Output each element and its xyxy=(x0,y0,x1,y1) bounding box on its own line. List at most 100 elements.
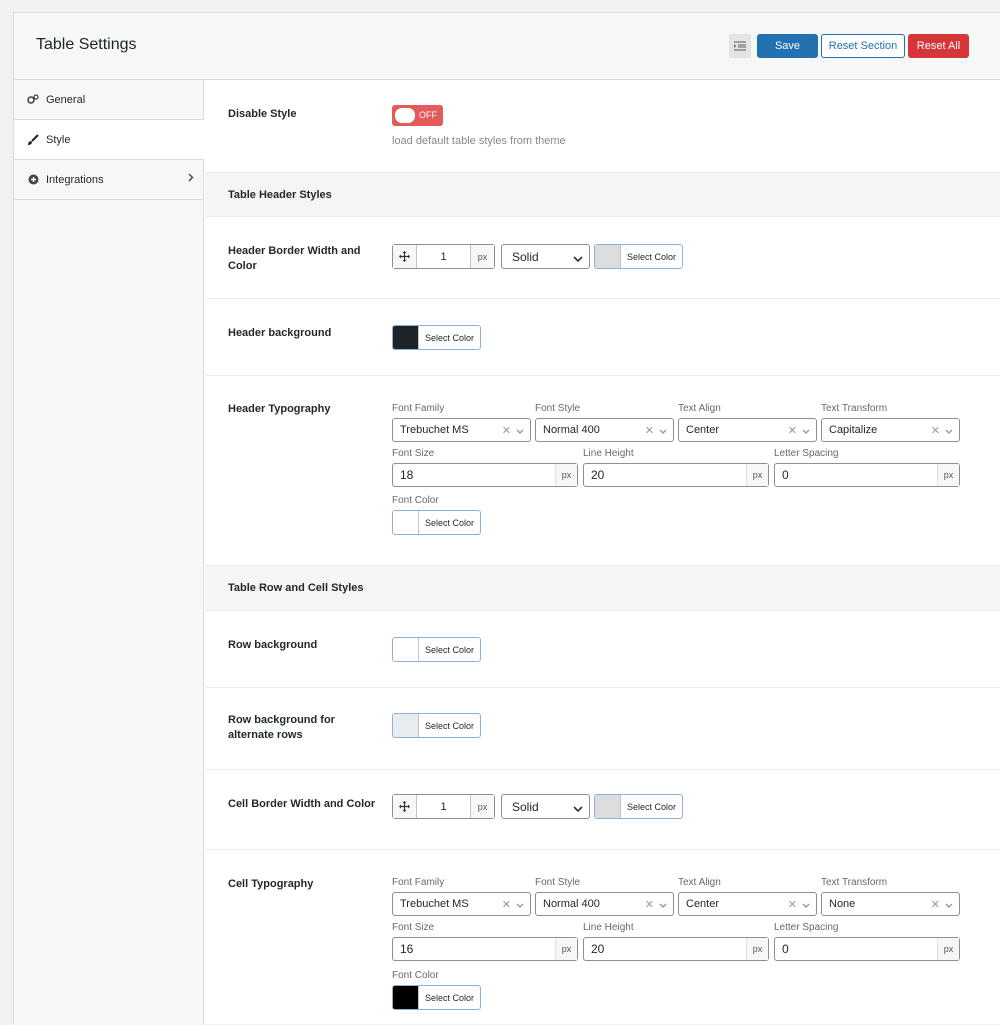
save-button[interactable]: Save xyxy=(757,34,818,58)
unit-label: px xyxy=(470,245,494,268)
cell-border-color-picker[interactable]: Select Color xyxy=(594,794,683,819)
toggle-state: OFF xyxy=(419,110,437,120)
cell-font-color-picker[interactable]: Select Color xyxy=(392,985,481,1010)
font-family-label: Font Family xyxy=(392,403,445,414)
header-font-size-field[interactable]: 18 px xyxy=(392,463,578,487)
font-color-label: Font Color xyxy=(392,495,439,506)
cell-typography-row: Cell Typography Font Family Trebuchet MS… xyxy=(205,850,1000,1025)
header-text-transform-select[interactable]: Capitalize ✕ xyxy=(821,418,960,442)
disable-style-toggle[interactable]: OFF xyxy=(392,105,443,126)
unit-label: px xyxy=(746,464,768,486)
select-color-label: Select Color xyxy=(626,251,677,262)
color-swatch xyxy=(595,795,621,818)
cell-font-family-select[interactable]: Trebuchet MS ✕ xyxy=(392,892,531,916)
color-swatch xyxy=(393,511,419,534)
header-border-width-field[interactable]: 1 px xyxy=(392,244,495,269)
header-font-family-select[interactable]: Trebuchet MS ✕ xyxy=(392,418,531,442)
select-value: Center xyxy=(686,424,720,436)
select-value: Trebuchet MS xyxy=(400,424,469,436)
header-styles-section-title: Table Header Styles xyxy=(205,173,1000,217)
header-typography-row: Header Typography Font Family Trebuchet … xyxy=(205,376,1000,566)
row-background-color-picker[interactable]: Select Color xyxy=(392,637,481,662)
color-swatch xyxy=(393,326,419,349)
cell-border-row: Cell Border Width and Color 1 px Solid S… xyxy=(205,770,1000,850)
font-style-label: Font Style xyxy=(535,403,581,414)
header-border-label: Header Border Width and Color xyxy=(228,245,361,272)
sidebar-item-label: Integrations xyxy=(46,173,104,186)
select-value: Solid xyxy=(512,249,539,264)
font-color-label: Font Color xyxy=(392,970,439,981)
page-title: Table Settings xyxy=(36,36,137,53)
select-value: Normal 400 xyxy=(543,424,600,436)
unit-label: px xyxy=(555,938,577,960)
clear-icon[interactable]: ✕ xyxy=(931,898,940,911)
header-font-color-picker[interactable]: Select Color xyxy=(392,510,481,535)
move-icon xyxy=(393,795,417,818)
chevron-down-icon xyxy=(516,900,524,912)
row-background-label: Row background xyxy=(228,639,318,651)
unit-label: px xyxy=(555,464,577,486)
cell-font-size-field[interactable]: 16 px xyxy=(392,937,578,961)
cell-border-style-select[interactable]: Solid xyxy=(501,794,590,819)
border-width-value[interactable]: 1 xyxy=(417,245,470,268)
gears-icon xyxy=(27,94,39,106)
header-border-style-select[interactable]: Solid xyxy=(501,244,590,269)
reset-all-button[interactable]: Reset All xyxy=(908,34,969,58)
plus-circle-icon xyxy=(27,174,39,186)
header-background-row: Header background Select Color xyxy=(205,299,1000,376)
chevron-down-icon xyxy=(945,900,953,912)
clear-icon[interactable]: ✕ xyxy=(788,424,797,437)
color-swatch xyxy=(595,245,621,268)
brush-icon xyxy=(27,133,39,146)
header-bar: Table Settings Save Reset Section Reset … xyxy=(14,13,1000,80)
header-border-color-picker[interactable]: Select Color xyxy=(594,244,683,269)
alternate-row-background-row: Row background for alternate rows Select… xyxy=(205,688,1000,770)
expand-toggle-button[interactable] xyxy=(729,34,751,58)
line-height-label: Line Height xyxy=(583,922,634,933)
cell-border-label: Cell Border Width and Color xyxy=(228,798,376,810)
header-background-color-picker[interactable]: Select Color xyxy=(392,325,481,350)
field-value: 16 xyxy=(400,942,414,956)
header-letter-spacing-field[interactable]: 0 px xyxy=(774,463,960,487)
field-value: 0 xyxy=(782,468,789,482)
line-height-label: Line Height xyxy=(583,448,634,459)
chevron-right-icon xyxy=(188,173,194,185)
sidebar-item-label: General xyxy=(46,93,86,106)
clear-icon[interactable]: ✕ xyxy=(931,424,940,437)
settings-panel: Table Settings Save Reset Section Reset … xyxy=(13,12,1000,1025)
clear-icon[interactable]: ✕ xyxy=(645,898,654,911)
field-value: 20 xyxy=(591,942,605,956)
border-width-value[interactable]: 1 xyxy=(417,795,470,818)
sidebar-item-general[interactable]: General xyxy=(14,80,203,120)
sidebar-item-style[interactable]: Style xyxy=(14,120,204,160)
reset-section-button[interactable]: Reset Section xyxy=(821,34,905,58)
cell-letter-spacing-field[interactable]: 0 px xyxy=(774,937,960,961)
row-background-row: Row background Select Color xyxy=(205,611,1000,688)
cell-line-height-field[interactable]: 20 px xyxy=(583,937,769,961)
clear-icon[interactable]: ✕ xyxy=(502,898,511,911)
clear-icon[interactable]: ✕ xyxy=(788,898,797,911)
clear-icon[interactable]: ✕ xyxy=(502,424,511,437)
cell-text-transform-select[interactable]: None ✕ xyxy=(821,892,960,916)
clear-icon[interactable]: ✕ xyxy=(645,424,654,437)
select-value: Center xyxy=(686,898,720,910)
sidebar-item-integrations[interactable]: Integrations xyxy=(14,160,203,200)
chevron-down-icon xyxy=(573,252,583,266)
color-swatch xyxy=(393,986,419,1009)
chevron-down-icon xyxy=(802,426,810,438)
header-text-align-select[interactable]: Center ✕ xyxy=(678,418,817,442)
text-align-label: Text Align xyxy=(678,403,721,414)
cell-font-style-select[interactable]: Normal 400 ✕ xyxy=(535,892,674,916)
header-line-height-field[interactable]: 20 px xyxy=(583,463,769,487)
field-value: 18 xyxy=(400,468,414,482)
disable-style-row: Disable Style OFF load default table sty… xyxy=(205,80,1000,173)
alternate-row-background-color-picker[interactable]: Select Color xyxy=(392,713,481,738)
chevron-down-icon xyxy=(659,900,667,912)
unit-label: px xyxy=(937,464,959,486)
cell-border-width-field[interactable]: 1 px xyxy=(392,794,495,819)
disable-style-label: Disable Style xyxy=(228,108,297,120)
sidebar-item-label: Style xyxy=(46,133,71,146)
move-icon xyxy=(393,245,417,268)
header-font-style-select[interactable]: Normal 400 ✕ xyxy=(535,418,674,442)
cell-text-align-select[interactable]: Center ✕ xyxy=(678,892,817,916)
